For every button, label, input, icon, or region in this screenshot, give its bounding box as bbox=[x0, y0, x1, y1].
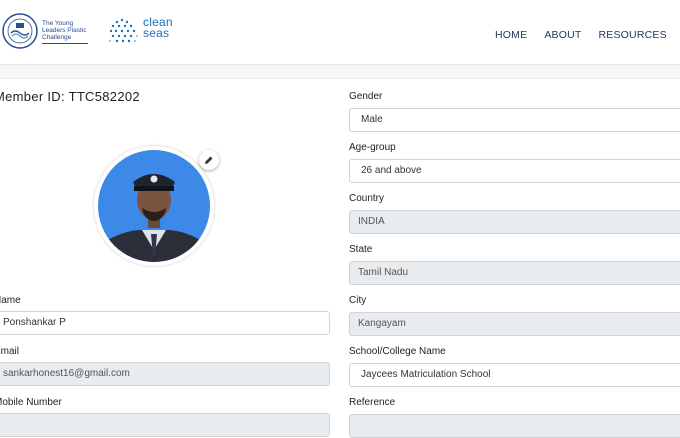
city-label: City bbox=[349, 295, 367, 306]
country-label: Country bbox=[349, 193, 385, 204]
school-college-label: School/College Name bbox=[349, 346, 446, 357]
age-group-select[interactable]: 26 and above bbox=[349, 159, 680, 183]
tide-turners-wordmark: The Young Leaders Plastic Challenge bbox=[42, 20, 88, 44]
nav-home[interactable]: HOME bbox=[495, 29, 527, 41]
nav-resources[interactable]: RESOURCES bbox=[598, 29, 666, 41]
member-id: Member ID: TTC582202 bbox=[0, 89, 140, 104]
mobile-number-field[interactable] bbox=[0, 413, 330, 437]
state-field[interactable]: Tamil Nadu bbox=[349, 261, 680, 285]
logo1-line: Challenge bbox=[42, 34, 72, 41]
edit-photo-button[interactable] bbox=[199, 150, 219, 170]
logo1-line: Leaders Plastic bbox=[42, 27, 87, 34]
reference-label: Reference bbox=[349, 397, 396, 408]
name-label: Name bbox=[0, 295, 21, 306]
age-group-label: Age-group bbox=[349, 142, 396, 153]
mobile-number-label: Mobile Number bbox=[0, 397, 62, 408]
email-label: Email bbox=[0, 346, 20, 357]
gender-label: Gender bbox=[349, 91, 383, 102]
site-header: The Young Leaders Plastic Challenge clea… bbox=[0, 0, 680, 65]
main-nav: HOMEABOUTRESOURCESFA bbox=[495, 25, 680, 43]
pencil-icon bbox=[205, 156, 213, 164]
tide-turners-seal-logo[interactable] bbox=[2, 13, 38, 49]
nav-about[interactable]: ABOUT bbox=[544, 29, 581, 41]
profile-photo bbox=[98, 150, 210, 262]
reference-field[interactable] bbox=[349, 414, 680, 438]
name-field[interactable]: Ponshankar P bbox=[0, 311, 330, 335]
city-field[interactable]: Kangayam bbox=[349, 312, 680, 336]
logo1-line: The Young bbox=[42, 20, 74, 27]
logo2-line: seas bbox=[143, 26, 170, 40]
school-college-field[interactable]: Jaycees Matriculation School bbox=[349, 363, 680, 387]
email-field[interactable]: sankarhonest16@gmail.com bbox=[0, 362, 330, 386]
profile-avatar bbox=[94, 146, 214, 266]
clean-seas-wave-logo[interactable] bbox=[102, 14, 142, 48]
clean-seas-wordmark: clean seas bbox=[143, 16, 173, 40]
header-divider-band bbox=[0, 65, 680, 79]
country-field[interactable]: INDIA bbox=[349, 210, 680, 234]
gender-select[interactable]: Male bbox=[349, 108, 680, 132]
state-label: State bbox=[349, 244, 373, 255]
